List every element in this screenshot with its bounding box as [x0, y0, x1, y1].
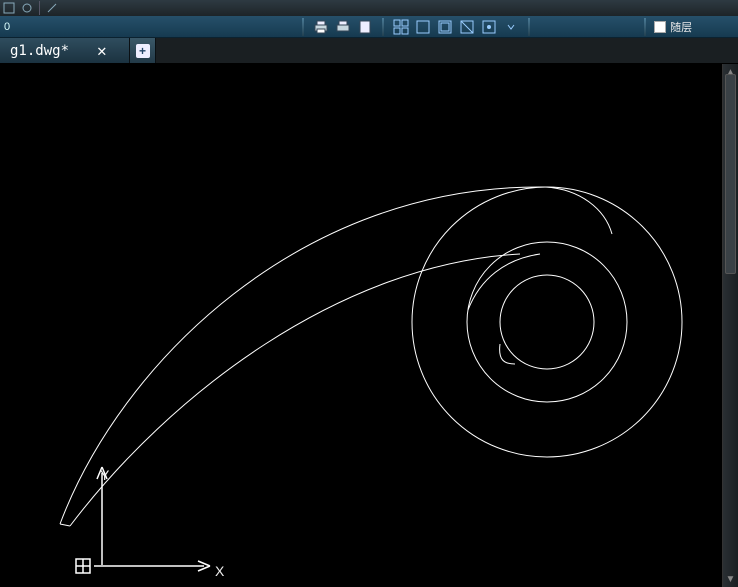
- layer-color-label: 随层: [670, 19, 692, 35]
- toolbar-separator: [528, 18, 530, 36]
- layout-tile-icon[interactable]: [392, 18, 410, 36]
- viewport-group: [386, 16, 526, 37]
- color-swatch-bylayer: [654, 21, 666, 33]
- page-setup-icon[interactable]: [356, 18, 374, 36]
- ribbon-tool-icon[interactable]: [20, 1, 34, 15]
- chevron-down-icon[interactable]: [502, 18, 520, 36]
- ribbon-fragment: [0, 0, 738, 16]
- toolbar-separator: [382, 18, 384, 36]
- ribbon-tool-icon[interactable]: [2, 1, 16, 15]
- model-space-canvas[interactable]: Y X: [0, 64, 738, 587]
- plus-icon: +: [136, 44, 150, 58]
- ribbon-tool-icon[interactable]: [45, 1, 59, 15]
- layer-color-dropdown[interactable]: 随层: [648, 19, 698, 35]
- document-tab-filename: g1.dwg*: [10, 43, 69, 59]
- document-tab[interactable]: g1.dwg* ✕: [0, 38, 130, 63]
- printer-icon[interactable]: [312, 18, 330, 36]
- scroll-down-arrow-icon[interactable]: ▼: [723, 571, 738, 587]
- viewport-clip-icon[interactable]: [458, 18, 476, 36]
- document-tab-bar: g1.dwg* ✕ +: [0, 38, 738, 64]
- toolbar-separator: [644, 18, 646, 36]
- toolbar-separator: [39, 1, 40, 15]
- viewport-single-icon[interactable]: [414, 18, 432, 36]
- close-icon[interactable]: ✕: [97, 43, 107, 59]
- viewport-lock-icon[interactable]: [480, 18, 498, 36]
- coord-readout: 0: [4, 21, 10, 33]
- toolbar-separator: [302, 18, 304, 36]
- vertical-scrollbar[interactable]: ▲ ▼: [722, 64, 738, 587]
- printer-icon[interactable]: [334, 18, 352, 36]
- print-group: [306, 16, 380, 37]
- viewport-poly-icon[interactable]: [436, 18, 454, 36]
- new-tab-button[interactable]: +: [130, 38, 156, 63]
- scrollbar-thumb[interactable]: [725, 74, 736, 274]
- quick-toolbar: 0 随层: [0, 16, 738, 38]
